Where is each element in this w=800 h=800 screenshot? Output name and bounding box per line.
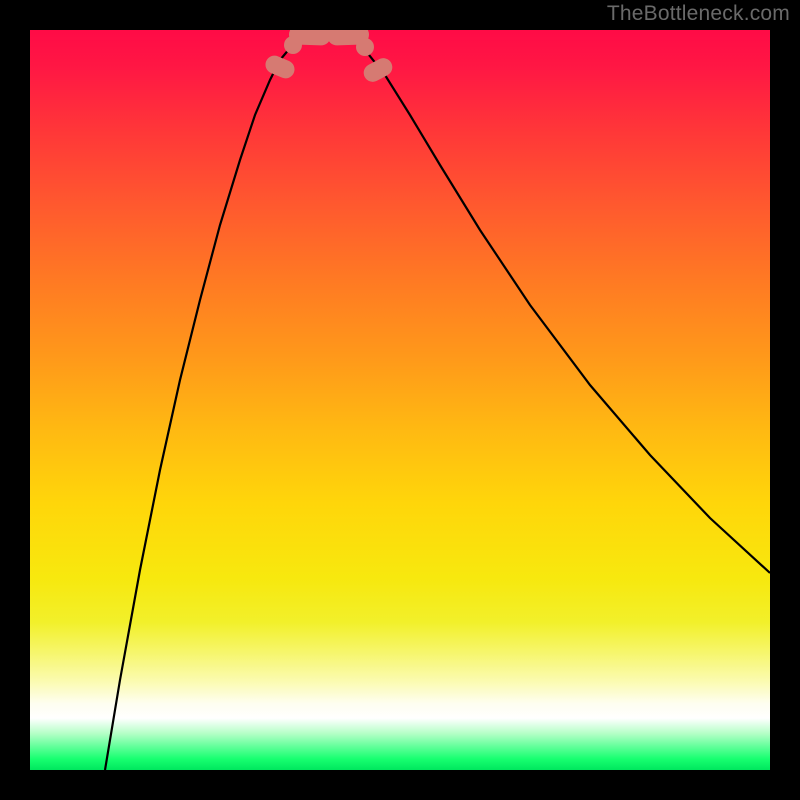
marker-pill bbox=[263, 53, 298, 81]
marker-pill bbox=[289, 30, 332, 46]
marker-pill bbox=[361, 55, 396, 85]
watermark-text: TheBottleneck.com bbox=[607, 2, 790, 26]
bottleneck-curve bbox=[105, 34, 770, 770]
marker-dot bbox=[356, 38, 374, 56]
plot-area bbox=[30, 30, 770, 770]
chart-container: TheBottleneck.com bbox=[0, 0, 800, 800]
curve-layer bbox=[30, 30, 770, 770]
